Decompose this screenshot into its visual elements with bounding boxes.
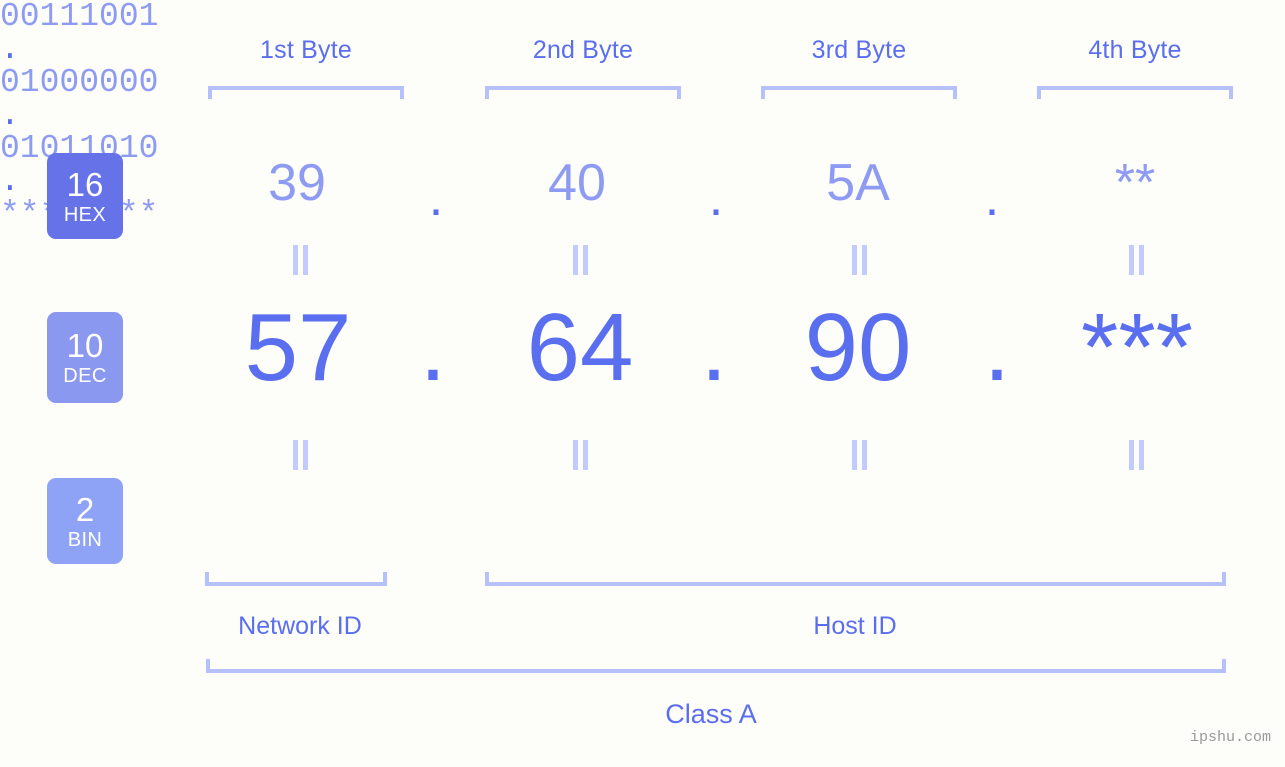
class-bracket (206, 659, 1226, 673)
bin-byte-value-2: 01000000 (0, 64, 159, 101)
host-id-label: Host ID (813, 612, 897, 640)
base-badge-dec[interactable]: 10 DEC (47, 312, 123, 403)
equals-marker-dec-bin-4 (1125, 440, 1147, 470)
bin-separator-1: . (0, 31, 20, 68)
hex-separator-1: . (428, 169, 444, 227)
base-badge-dec-abbr: DEC (63, 365, 107, 387)
base-badge-bin-abbr: BIN (67, 528, 103, 551)
network-id-bracket (205, 572, 387, 586)
dec-byte-value-2: 64 (526, 294, 634, 401)
base-badge-hex[interactable]: 16 HEX (47, 153, 123, 239)
bin-separator-3: . (0, 163, 20, 200)
equals-marker-hex-dec-4 (1125, 245, 1147, 275)
hex-byte-value-3: 5A (826, 154, 890, 212)
byte-header-label-2: 2nd Byte (532, 36, 634, 64)
class-label: Class A (665, 699, 757, 729)
byte-header-label-3: 3rd Byte (811, 36, 907, 64)
hex-byte-value-4: ** (1114, 154, 1156, 212)
equals-marker-hex-dec-3 (848, 245, 870, 275)
byte-bracket-3 (761, 86, 957, 99)
equals-marker-dec-bin-1 (289, 440, 311, 470)
equals-marker-dec-bin-3 (848, 440, 870, 470)
hex-byte-value-1: 39 (268, 154, 326, 212)
equals-marker-hex-dec-2 (569, 245, 591, 275)
site-watermark: ipshu.com (1189, 729, 1271, 746)
base-badge-hex-number: 16 (66, 165, 104, 203)
dec-byte-value-4: *** (1080, 294, 1194, 401)
byte-header-label-4: 4th Byte (1088, 36, 1182, 64)
base-badge-dec-number: 10 (66, 327, 104, 364)
host-id-bracket (485, 572, 1226, 586)
dec-separator-1: . (419, 294, 447, 401)
byte-header-label-1: 1st Byte (260, 36, 352, 64)
bin-separator-2: . (0, 97, 20, 134)
network-id-label: Network ID (238, 612, 362, 640)
hex-byte-value-2: 40 (548, 154, 606, 212)
dec-byte-value-3: 90 (804, 294, 912, 401)
byte-bracket-2 (485, 86, 681, 99)
base-badge-bin-number: 2 (75, 490, 95, 528)
hex-separator-2: . (708, 169, 724, 227)
base-badge-hex-abbr: HEX (63, 203, 107, 226)
equals-marker-hex-dec-1 (289, 245, 311, 275)
diagram-canvas: 1st Byte 2nd Byte 3rd Byte 4th Byte 16 H… (0, 0, 1285, 767)
hex-separator-3: . (984, 169, 1000, 227)
dec-separator-2: . (700, 294, 728, 401)
dec-separator-3: . (983, 294, 1011, 401)
byte-bracket-1 (208, 86, 404, 99)
byte-bracket-4 (1037, 86, 1233, 99)
base-badge-bin[interactable]: 2 BIN (47, 478, 123, 564)
equals-marker-dec-bin-2 (569, 440, 591, 470)
dec-byte-value-1: 57 (244, 294, 352, 401)
bin-byte-value-1: 00111001 (0, 0, 159, 35)
